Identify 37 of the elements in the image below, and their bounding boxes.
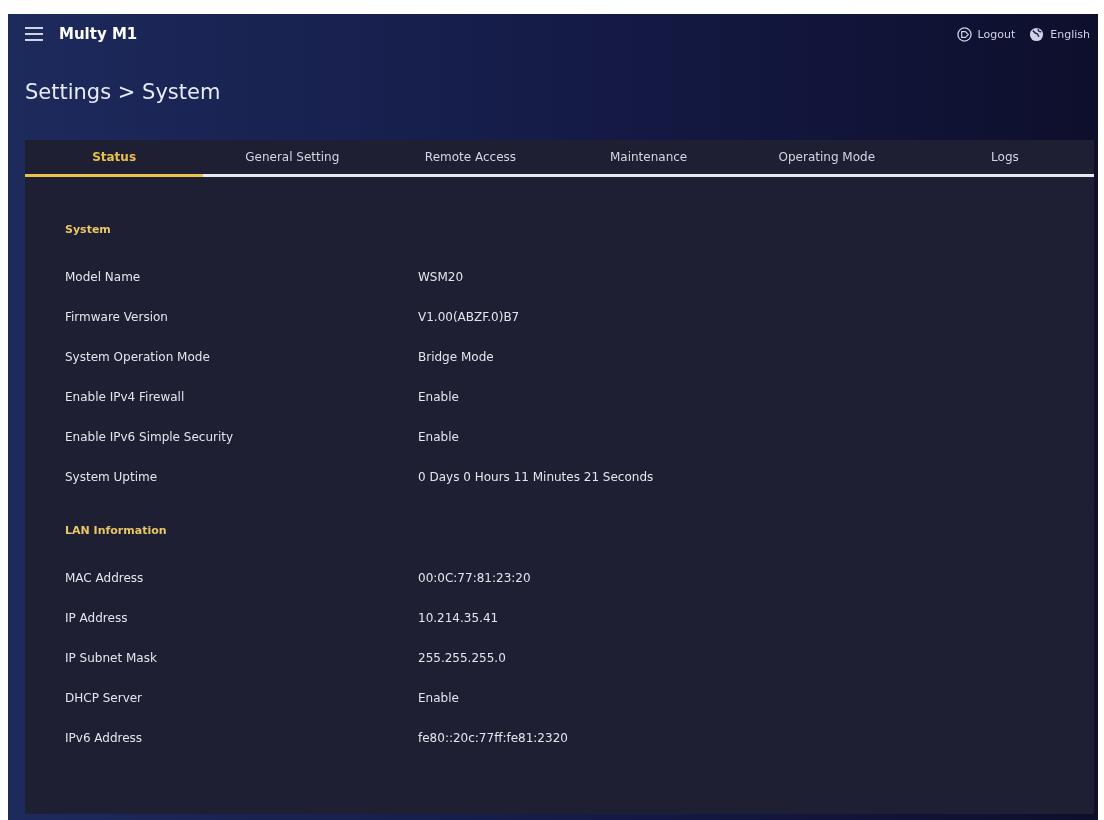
field-label: System Uptime bbox=[65, 470, 159, 486]
field-value: fe80::20c:77ff:fe81:2320 bbox=[418, 731, 568, 747]
field-value: Enable bbox=[418, 691, 459, 707]
logout-link[interactable]: Logout bbox=[956, 26, 1016, 42]
tab[interactable]: Maintenance bbox=[559, 140, 738, 177]
field-label: IPv6 Address bbox=[65, 731, 144, 747]
field-value: 255.255.255.0 bbox=[418, 651, 506, 667]
brand-name: Multy M1 bbox=[59, 25, 138, 43]
field-label: Enable IPv4 Firewall bbox=[65, 390, 186, 406]
field-value: WSM20 bbox=[418, 270, 464, 286]
field-value: Enable bbox=[418, 390, 459, 406]
field-value: V1.00(ABZF.0)B7 bbox=[418, 310, 520, 326]
tab[interactable]: Logs bbox=[915, 140, 1095, 177]
language-link[interactable]: English bbox=[1029, 26, 1090, 42]
field-label: IP Subnet Mask bbox=[65, 651, 158, 667]
tab[interactable]: General Setting bbox=[203, 140, 382, 177]
tab[interactable]: Status bbox=[25, 140, 204, 177]
field-label: Enable IPv6 Simple Security bbox=[65, 430, 235, 446]
globe-icon bbox=[1029, 26, 1045, 42]
field-value: Enable bbox=[418, 430, 459, 446]
page-title: Settings > System bbox=[25, 79, 222, 106]
field-label: DHCP Server bbox=[65, 691, 144, 707]
tab[interactable]: Operating Mode bbox=[737, 140, 916, 177]
tab[interactable]: Remote Access bbox=[381, 140, 560, 177]
section-heading: LAN Information bbox=[65, 524, 168, 537]
field-value: Bridge Mode bbox=[418, 350, 494, 366]
field-label: System Operation Mode bbox=[65, 350, 211, 366]
field-label: MAC Address bbox=[65, 571, 145, 587]
field-value: 0 Days 0 Hours 11 Minutes 21 Seconds bbox=[418, 470, 654, 486]
logout-icon bbox=[956, 26, 972, 42]
section-heading: System bbox=[65, 223, 112, 236]
field-value: 10.214.35.41 bbox=[418, 611, 499, 627]
field-label: Firmware Version bbox=[65, 310, 169, 326]
field-label: Model Name bbox=[65, 270, 142, 286]
menu-icon[interactable] bbox=[25, 27, 43, 41]
field-label: IP Address bbox=[65, 611, 129, 627]
field-value: 00:0C:77:81:23:20 bbox=[418, 571, 531, 587]
